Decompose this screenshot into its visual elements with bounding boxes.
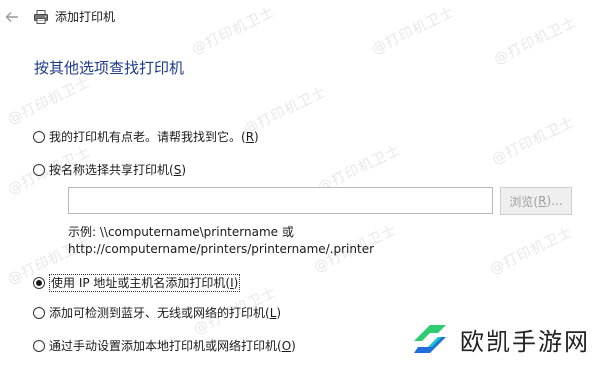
watermark: @打印机卫士 <box>489 113 578 168</box>
option-label: 通过手动设置添加本地打印机或网络打印机(O) <box>49 339 296 353</box>
radio-button-selected[interactable] <box>33 277 45 289</box>
option-label: 我的打印机有点老。请帮我找到它。(R) <box>49 130 259 144</box>
option-bluetooth-wireless-network[interactable]: 添加可检测到蓝牙、无线或网络的打印机(L) <box>33 304 281 322</box>
brand-logo-icon <box>414 325 446 353</box>
radio-button[interactable] <box>33 131 45 143</box>
example-text: 示例: \\computername\printername 或 http://… <box>68 224 374 258</box>
add-printer-dialog: @打印机卫士 @打印机卫士 @打印机卫士 @打印机卫士 @打印机卫士 @打印机卫… <box>0 0 594 365</box>
browse-button[interactable]: 浏览(R)... <box>500 187 572 215</box>
radio-button[interactable] <box>33 307 45 319</box>
example-line-2: http://computername/printers/printername… <box>68 242 375 256</box>
example-line-1: 示例: \\computername\printername 或 <box>68 225 294 239</box>
brand-watermark: 欧凯手游网 <box>408 317 590 361</box>
radio-button[interactable] <box>33 340 45 352</box>
option-manual-local-or-network[interactable]: 通过手动设置添加本地打印机或网络打印机(O) <box>33 337 296 355</box>
option-old-printer[interactable]: 我的打印机有点老。请帮我找到它。(R) <box>33 128 259 146</box>
watermark: @打印机卫士 <box>5 73 94 128</box>
watermark: @打印机卫士 <box>487 223 576 278</box>
back-arrow-icon <box>5 12 18 22</box>
option-ip-or-hostname[interactable]: 使用 IP 地址或主机名添加打印机(I) <box>33 274 241 292</box>
title-bar: 添加打印机 <box>0 0 594 34</box>
option-label: 添加可检测到蓝牙、无线或网络的打印机(L) <box>49 306 282 320</box>
back-button[interactable] <box>3 8 21 26</box>
option-label: 按名称选择共享打印机(S) <box>49 163 186 177</box>
shared-printer-name-input[interactable] <box>68 187 493 214</box>
brand-name: 欧凯手游网 <box>460 327 590 356</box>
page-heading: 按其他选项查找打印机 <box>34 59 185 77</box>
radio-button[interactable] <box>33 164 45 176</box>
radio-dot <box>36 280 42 286</box>
printer-icon <box>34 10 48 24</box>
window-title: 添加打印机 <box>55 10 116 24</box>
option-label: 使用 IP 地址或主机名添加打印机(I) <box>49 274 241 292</box>
option-shared-printer-by-name[interactable]: 按名称选择共享打印机(S) <box>33 161 186 179</box>
